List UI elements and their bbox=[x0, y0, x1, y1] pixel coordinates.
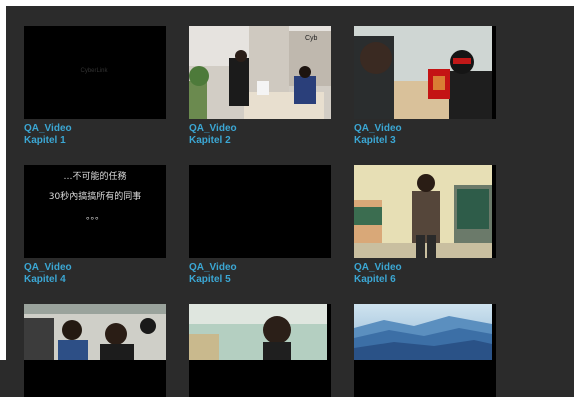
chapter-thumbnail-6[interactable] bbox=[354, 165, 496, 258]
subtitle-line-1: …不可能的任務 bbox=[63, 172, 127, 182]
chapter-thumbnail-3[interactable] bbox=[354, 26, 496, 119]
chapter-title[interactable]: QA_Video bbox=[354, 262, 402, 274]
chapter-label[interactable]: Kapitel 5 bbox=[189, 274, 231, 286]
chapter-thumbnail-4[interactable]: …不可能的任務 30秒內搞搞所有的同事 。。。 bbox=[24, 165, 166, 258]
subtitle-line-2: 30秒內搞搞所有的同事 bbox=[48, 192, 142, 202]
chapter-thumbnail-7[interactable] bbox=[24, 304, 166, 397]
chapter-title[interactable]: QA_Video bbox=[354, 123, 402, 135]
chapter-label[interactable]: Kapitel 6 bbox=[354, 274, 396, 286]
logo-text: CyberLink bbox=[80, 68, 108, 74]
chapter-label[interactable]: Kapitel 4 bbox=[24, 274, 66, 286]
chapter-label[interactable]: Kapitel 2 bbox=[189, 135, 231, 147]
chapter-thumbnail-9[interactable] bbox=[354, 304, 496, 397]
chapter-title[interactable]: QA_Video bbox=[24, 123, 72, 135]
svg-text:Cyb: Cyb bbox=[305, 35, 318, 42]
chapter-label[interactable]: Kapitel 3 bbox=[354, 135, 396, 147]
chapter-label[interactable]: Kapitel 1 bbox=[24, 135, 66, 147]
chapter-title[interactable]: QA_Video bbox=[189, 123, 237, 135]
subtitle-line-3: 。。。 bbox=[85, 212, 104, 222]
chapter-grid: CyberLink QA_Video Kapitel 1 Cyb QA_Vide… bbox=[0, 0, 574, 397]
chapter-thumbnail-5[interactable] bbox=[189, 165, 331, 258]
chapter-thumbnail-8[interactable] bbox=[189, 304, 331, 397]
chapter-thumbnail-1[interactable]: CyberLink bbox=[24, 26, 166, 119]
chapter-thumbnail-2[interactable]: Cyb bbox=[189, 26, 331, 119]
chapter-title[interactable]: QA_Video bbox=[24, 262, 72, 274]
chapter-title[interactable]: QA_Video bbox=[189, 262, 237, 274]
